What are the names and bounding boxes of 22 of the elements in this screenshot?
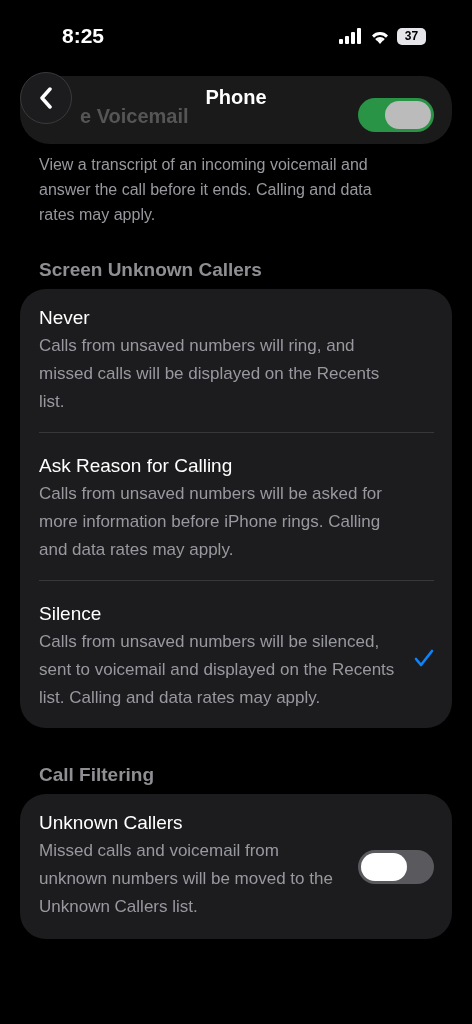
- toggle-switch[interactable]: [358, 849, 434, 884]
- option-title: Never: [39, 307, 91, 329]
- chevron-left-icon: [39, 87, 53, 109]
- section-header: Screen Unknown Callers: [38, 259, 263, 281]
- toggle-switch[interactable]: [358, 98, 434, 132]
- setting-label: e Voicemail: [80, 104, 189, 128]
- option-title: Silence: [39, 603, 103, 625]
- option-title: Ask Reason for Calling: [39, 455, 234, 477]
- option-row[interactable]: Ask Reason for Calling Calls from unsaved numbers will be asked for more information before iPhone rings. Calling and data rates may apply.: [39, 432, 434, 580]
- option-description: Calls from unsaved numbers will ring, and missed calls will be displayed on the Recents list.: [39, 335, 381, 413]
- nav-title: Phone: [205, 86, 267, 109]
- option-row[interactable]: Never Calls from unsaved numbers will ring, and missed calls will be displayed on the Recents list.: [39, 289, 434, 432]
- voicemail-footer: View a transcript of an incoming voicemail and answer the call before it ends. Calling and data rates may apply.: [20, 152, 418, 227]
- option-description: Calls from unsaved numbers will be silenced, sent to voicemail and displayed on the Recents list. Calling and data rates may apply.: [39, 631, 396, 709]
- setting-title: Unknown Callers: [39, 812, 184, 834]
- battery-indicator: 37: [397, 27, 426, 45]
- status-time: 8:25: [62, 24, 105, 48]
- signal-icon: [339, 28, 363, 44]
- option-description: Calls from unsaved numbers will be asked for more information before iPhone rings. Calling and data rates may apply.: [39, 483, 383, 561]
- section-header: Call Filtering: [38, 764, 156, 786]
- setting-description: Missed calls and voicemail from unknown numbers will be moved to the Unknown Callers list.: [39, 840, 334, 918]
- option-row[interactable]: Silence Calls from unsaved numbers will be silenced, sent to voicemail and displayed on the Recents list. Calling and data rates may apply.: [39, 580, 434, 728]
